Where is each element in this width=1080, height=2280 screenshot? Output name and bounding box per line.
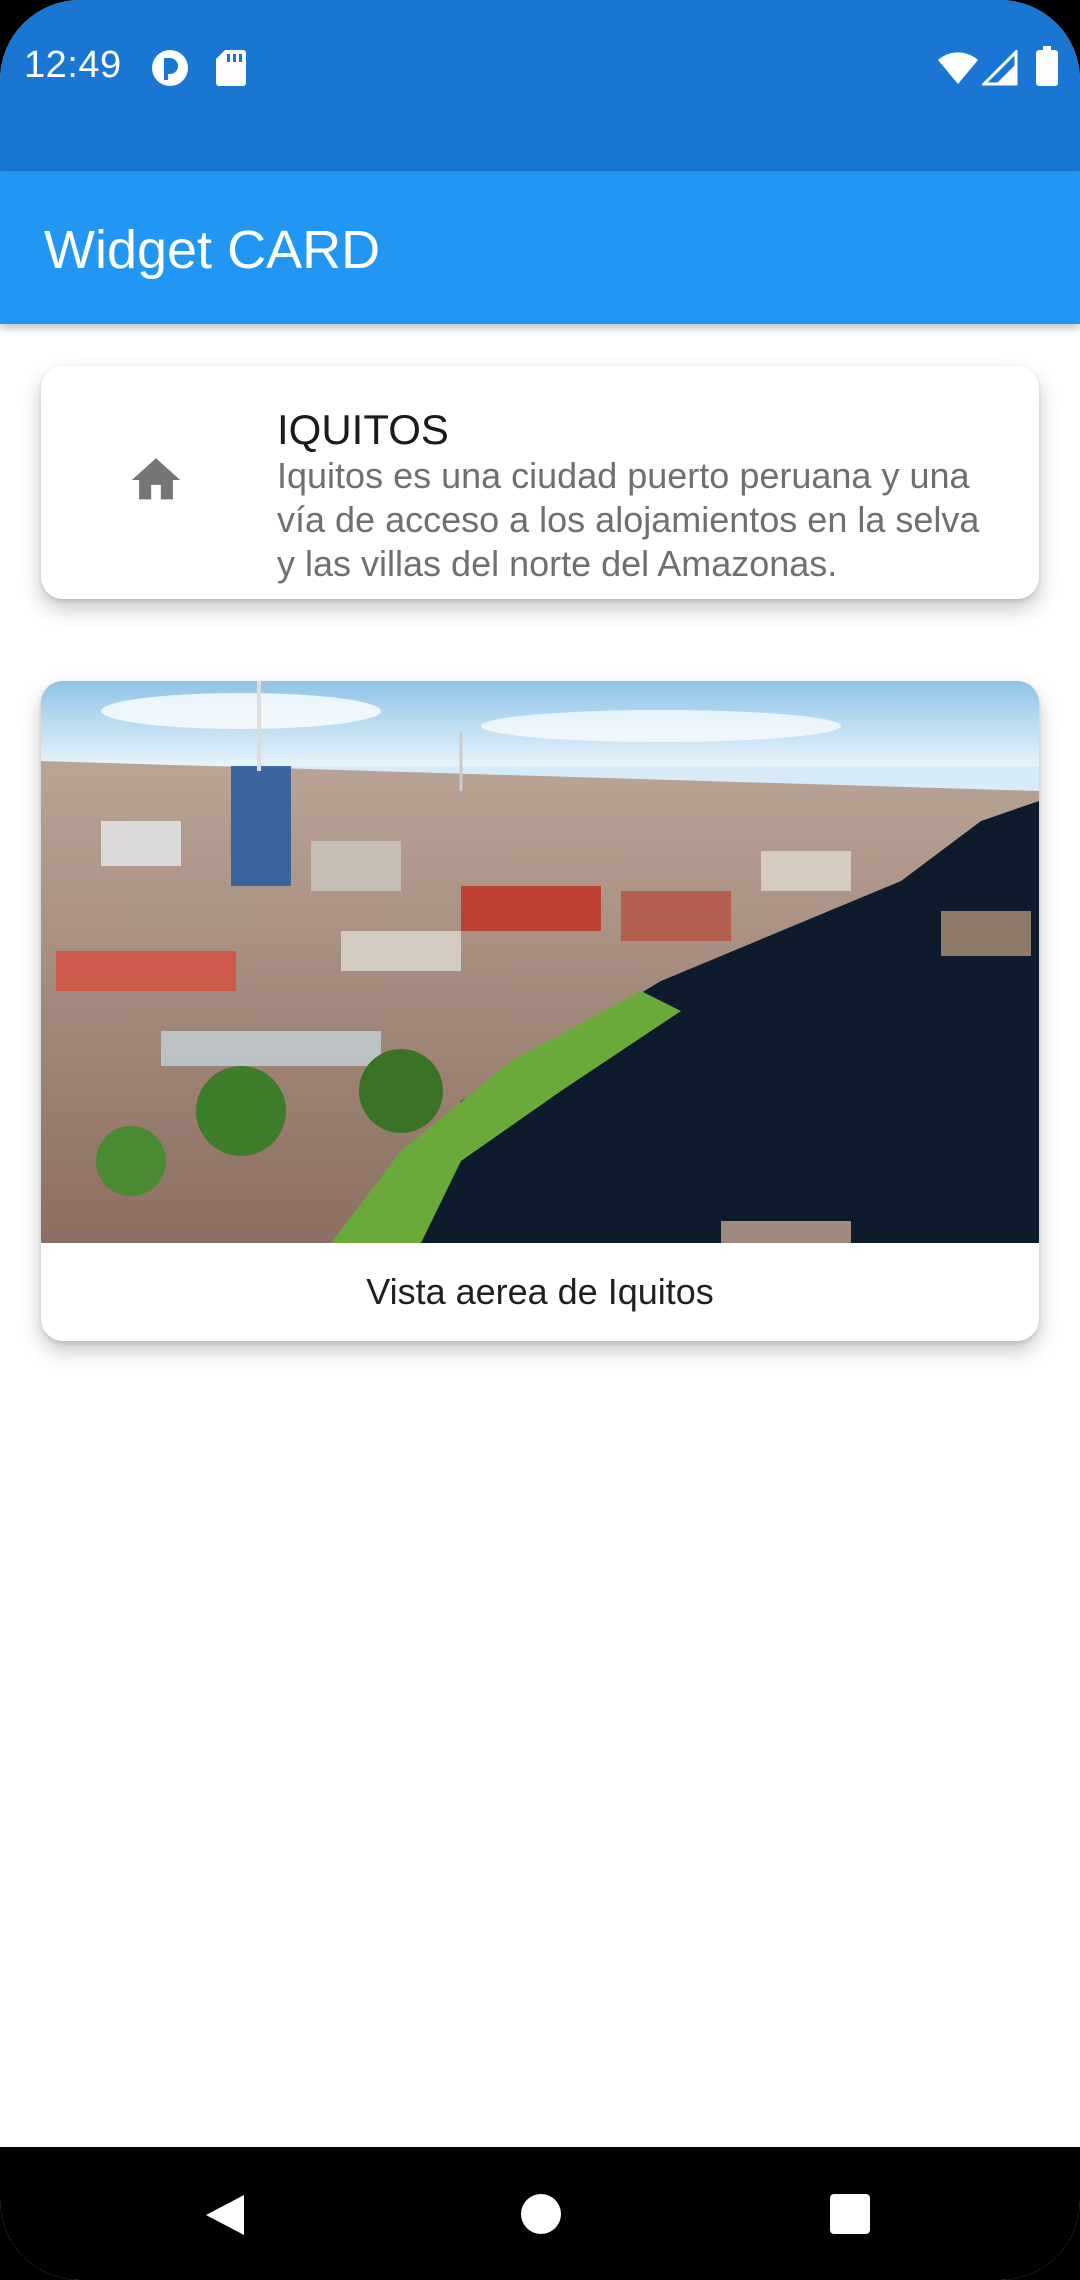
status-bar: 12:49 xyxy=(0,0,1080,171)
back-icon[interactable] xyxy=(204,2193,246,2242)
app-bar-title: Widget CARD xyxy=(44,220,381,280)
navigation-bar xyxy=(0,2147,1080,2280)
battery-icon xyxy=(1036,46,1058,91)
app-bar: Widget CARD xyxy=(0,171,1080,324)
recents-square-icon[interactable] xyxy=(829,2193,871,2240)
iquitos-aerial-photo xyxy=(41,681,1039,1243)
card-subtitle: Iquitos es una ciudad puerto peruana y u… xyxy=(277,455,980,584)
app-screen: 12:49 Widget CARD IQUITOS Iquitos es una… xyxy=(0,0,1080,2280)
sd-card-icon xyxy=(215,48,247,93)
cell-signal-icon xyxy=(980,48,1018,91)
iquitos-list-card[interactable]: IQUITOS Iquitos es una ciudad puerto per… xyxy=(41,366,1039,599)
card-title: IQUITOS xyxy=(277,406,449,453)
home-circle-icon[interactable] xyxy=(520,2193,562,2240)
wifi-icon xyxy=(936,50,980,91)
home-icon xyxy=(127,451,185,509)
image-caption: Vista aerea de Iquitos xyxy=(366,1271,714,1312)
iquitos-image-card[interactable]: Vista aerea de Iquitos xyxy=(41,681,1039,1341)
data-saver-icon xyxy=(150,48,190,93)
status-time: 12:49 xyxy=(24,44,122,86)
